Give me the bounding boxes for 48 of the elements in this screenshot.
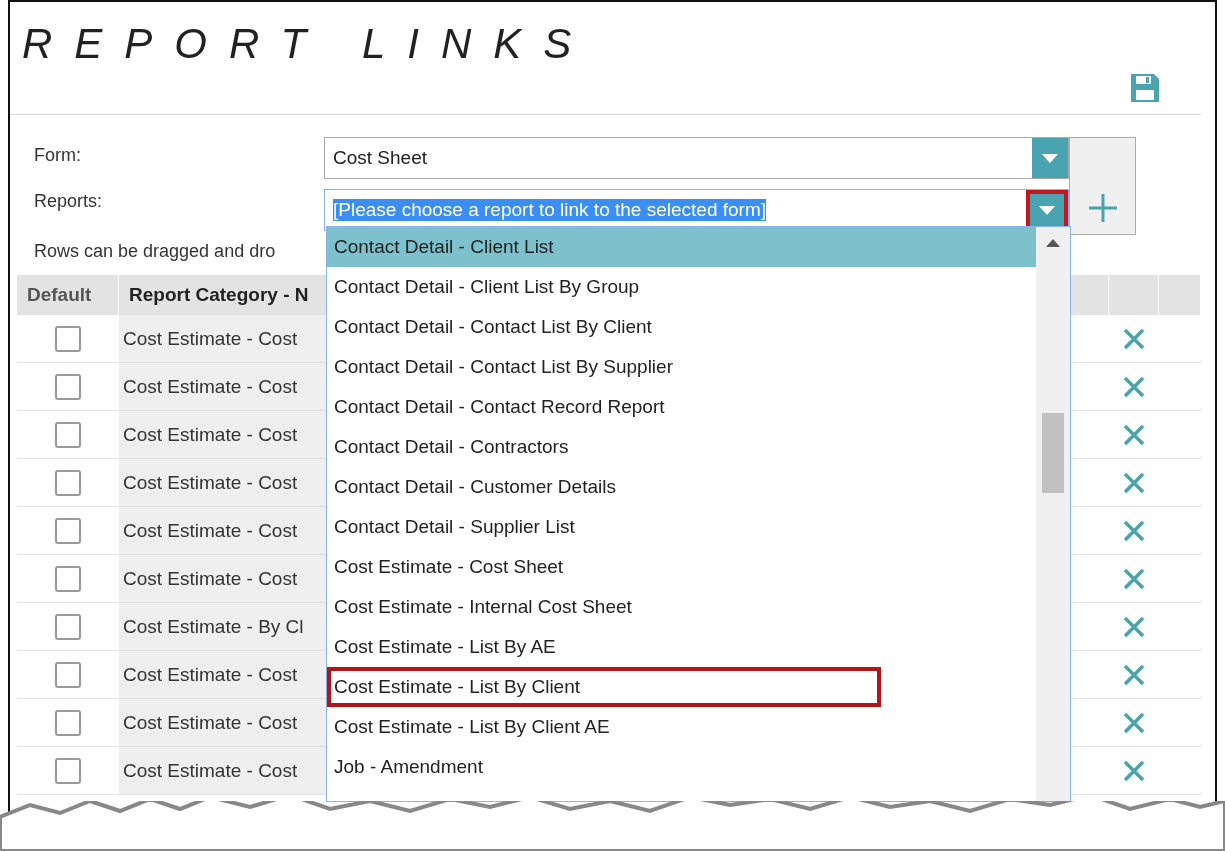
checkbox[interactable] [55, 373, 81, 400]
close-icon [1122, 326, 1146, 351]
delete-button[interactable] [1122, 710, 1146, 735]
checkbox[interactable] [55, 421, 81, 448]
close-icon [1122, 614, 1146, 639]
delete-button[interactable] [1122, 422, 1146, 447]
checkbox[interactable] [55, 517, 81, 544]
delete-button[interactable] [1122, 614, 1146, 639]
caret-icon [1039, 205, 1055, 215]
delete-button[interactable] [1122, 326, 1146, 351]
checkbox[interactable] [55, 613, 81, 640]
reports-label: Reports: [33, 190, 104, 213]
page-title: REPORT LINKS [22, 20, 594, 69]
close-icon [1122, 662, 1146, 687]
close-icon [1122, 518, 1146, 543]
save-icon [1129, 72, 1161, 104]
close-icon [1122, 758, 1146, 783]
delete-button[interactable] [1122, 518, 1146, 543]
dropdown-item[interactable]: Contact Detail - Client List [327, 227, 1036, 267]
caret-icon [1042, 153, 1058, 163]
scrollbar[interactable] [1036, 227, 1070, 801]
form-label: Form: [33, 144, 82, 167]
close-icon [1122, 566, 1146, 591]
checkbox[interactable] [55, 661, 81, 688]
close-icon [1122, 374, 1146, 399]
checkbox[interactable] [55, 469, 81, 496]
close-icon [1122, 470, 1146, 495]
dropdown-button[interactable] [1032, 138, 1068, 178]
hint-text: Rows can be dragged and dro [33, 240, 277, 263]
close-icon [1122, 710, 1146, 735]
checkbox[interactable] [55, 709, 81, 736]
scroll-up-icon [1046, 239, 1060, 247]
column-header: Default [17, 275, 119, 315]
delete-button[interactable] [1122, 566, 1146, 591]
scrollbar-thumb[interactable] [1042, 413, 1064, 493]
checkbox[interactable] [55, 757, 81, 784]
form-select[interactable]: Cost Sheet [324, 137, 1069, 179]
delete-button[interactable] [1122, 374, 1146, 399]
checkbox[interactable] [55, 565, 81, 592]
save-button[interactable] [1129, 72, 1161, 104]
add-button[interactable] [1086, 192, 1119, 224]
delete-button[interactable] [1122, 662, 1146, 687]
dropdown-item[interactable]: Cost Estimate - List By Client [327, 667, 881, 707]
checkbox[interactable] [55, 325, 81, 352]
delete-button[interactable] [1122, 758, 1146, 783]
close-icon [1122, 422, 1146, 447]
plus-icon [1086, 192, 1119, 224]
delete-button[interactable] [1122, 470, 1146, 495]
